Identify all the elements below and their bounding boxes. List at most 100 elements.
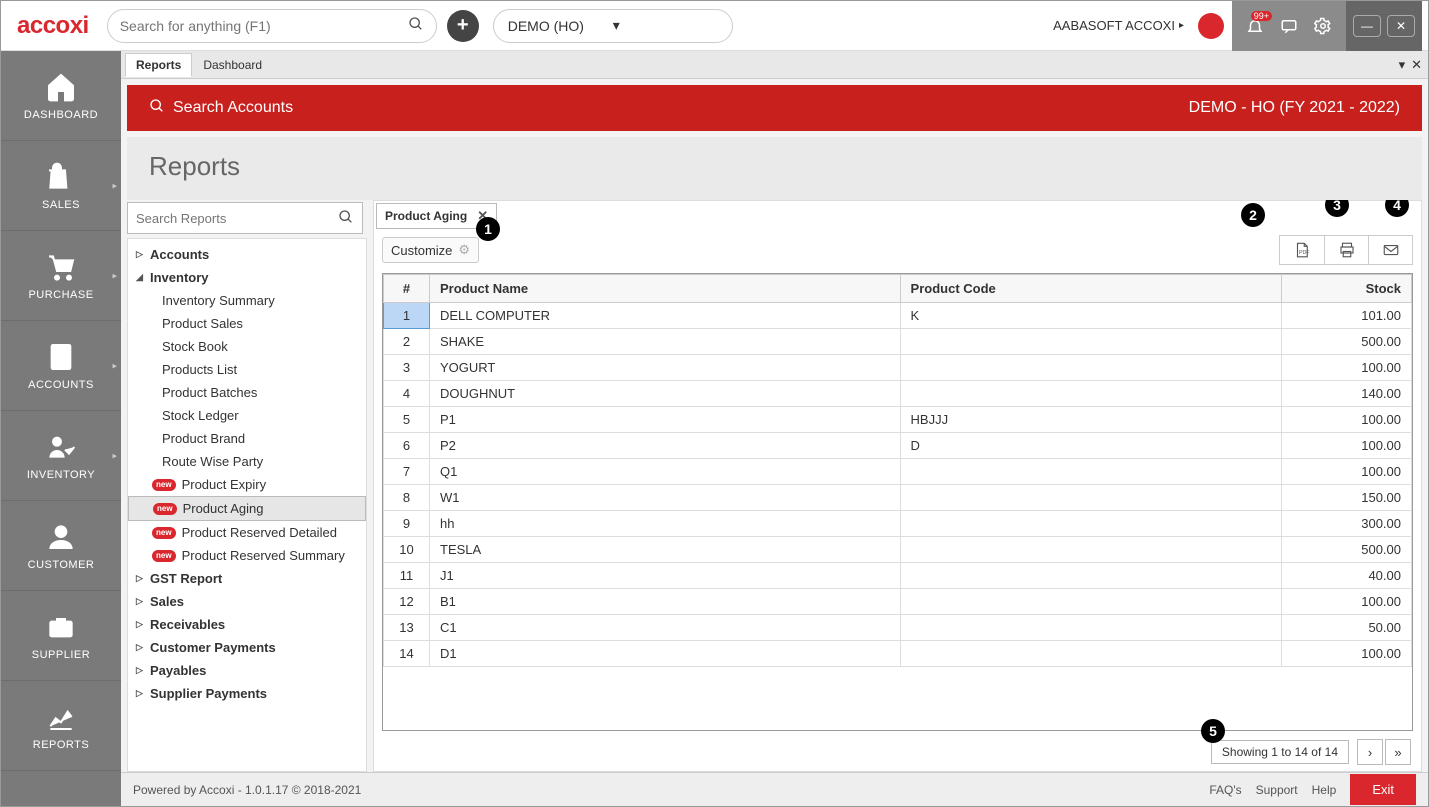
user-menu[interactable]: AABASOFT ACCOXI ▸ [1053, 18, 1184, 33]
cell-stock: 100.00 [1282, 407, 1412, 433]
tree-group[interactable]: ▷Receivables [128, 613, 366, 636]
data-grid[interactable]: # Product Name Product Code Stock 1DELL … [382, 273, 1413, 731]
email-button[interactable] [1368, 236, 1412, 264]
tree-item[interactable]: Product Sales [128, 312, 366, 335]
tree-group[interactable]: ▷GST Report [128, 567, 366, 590]
nav-inventory[interactable]: INVENTORY ▸ [1, 411, 121, 501]
col-product-code[interactable]: Product Code [900, 275, 1281, 303]
table-row[interactable]: 6P2D100.00 [384, 433, 1412, 459]
tree-item[interactable]: Product Batches [128, 381, 366, 404]
nav-sales[interactable]: SALES ▸ [1, 141, 121, 231]
tree-item[interactable]: newProduct Reserved Detailed [128, 521, 366, 544]
minimize-button[interactable]: — [1353, 15, 1381, 37]
table-row[interactable]: 14D1100.00 [384, 641, 1412, 667]
chevron-right-icon: ▸ [112, 360, 117, 371]
company-dropdown[interactable]: DEMO (HO) ▾ [493, 9, 733, 43]
col-index[interactable]: # [384, 275, 430, 303]
tab-dashboard[interactable]: Dashboard [192, 53, 273, 77]
chevron-right-icon: ▸ [112, 180, 117, 191]
cell-product-name: C1 [430, 615, 901, 641]
add-button[interactable]: + [447, 10, 479, 42]
export-pdf-button[interactable]: PDF [1280, 236, 1324, 264]
tree-group[interactable]: ▷Supplier Payments [128, 682, 366, 705]
tree-item[interactable]: Inventory Summary [128, 289, 366, 312]
nav-accounts[interactable]: ACCOUNTS ▸ [1, 321, 121, 411]
footer-help-link[interactable]: Help [1312, 783, 1337, 797]
chat-icon[interactable] [1272, 9, 1306, 43]
search-icon[interactable] [408, 16, 424, 35]
export-button-group: PDF [1279, 235, 1413, 265]
tabstrip-close-icon[interactable]: ✕ [1411, 57, 1422, 73]
table-row[interactable]: 11J140.00 [384, 563, 1412, 589]
nav-customer[interactable]: CUSTOMER [1, 501, 121, 591]
pager-status: Showing 1 to 14 of 14 [1211, 740, 1349, 764]
table-row[interactable]: 9hh300.00 [384, 511, 1412, 537]
tree-item[interactable]: newProduct Aging [128, 496, 366, 521]
table-row[interactable]: 7Q1100.00 [384, 459, 1412, 485]
reports-search[interactable] [127, 202, 363, 234]
table-row[interactable]: 8W1150.00 [384, 485, 1412, 511]
table-row[interactable]: 2SHAKE500.00 [384, 329, 1412, 355]
customize-button[interactable]: Customize ⚙ [382, 237, 479, 263]
tree-item[interactable]: Products List [128, 358, 366, 381]
search-icon[interactable] [330, 209, 362, 228]
settings-icon[interactable] [1306, 9, 1340, 43]
tree-item[interactable]: Product Brand [128, 427, 366, 450]
table-row[interactable]: 12B1100.00 [384, 589, 1412, 615]
tree-item[interactable]: Route Wise Party [128, 450, 366, 473]
reports-side-panel: ▷Accounts◢InventoryInventory SummaryProd… [127, 200, 367, 772]
tree-item[interactable]: Stock Book [128, 335, 366, 358]
tree-group[interactable]: ▷Payables [128, 659, 366, 682]
tab-reports[interactable]: Reports [125, 53, 192, 77]
footer-support-link[interactable]: Support [1256, 783, 1298, 797]
tree-group[interactable]: ▷Accounts [128, 243, 366, 266]
tree-item[interactable]: newProduct Expiry [128, 473, 366, 496]
cell-product-name: Q1 [430, 459, 901, 485]
window-controls: — ✕ [1346, 1, 1422, 51]
nav-purchase[interactable]: PURCHASE ▸ [1, 231, 121, 321]
exit-button[interactable]: Exit [1350, 774, 1416, 805]
new-badge-icon: new [153, 503, 177, 515]
nav-reports[interactable]: REPORTS [1, 681, 121, 771]
cell-product-code [900, 563, 1281, 589]
tree-group[interactable]: ▷Sales [128, 590, 366, 613]
nav-dashboard[interactable]: DASHBOARD [1, 51, 121, 141]
banner-title[interactable]: Search Accounts [173, 99, 293, 117]
svg-text:PDF: PDF [1299, 250, 1310, 256]
cell-stock: 140.00 [1282, 381, 1412, 407]
table-row[interactable]: 3YOGURT100.00 [384, 355, 1412, 381]
pager-last-button[interactable]: » [1385, 739, 1411, 765]
close-button[interactable]: ✕ [1387, 15, 1415, 37]
search-icon[interactable] [149, 98, 165, 119]
reports-tree[interactable]: ▷Accounts◢InventoryInventory SummaryProd… [127, 238, 367, 772]
callout-2: 2 [1241, 203, 1265, 227]
tree-group[interactable]: ▷Customer Payments [128, 636, 366, 659]
tree-group-label: Sales [150, 594, 358, 609]
cell-index: 10 [384, 537, 430, 563]
notifications-icon[interactable] [1238, 9, 1272, 43]
col-product-name[interactable]: Product Name [430, 275, 901, 303]
cell-product-code [900, 511, 1281, 537]
cell-stock: 500.00 [1282, 537, 1412, 563]
table-row[interactable]: 4DOUGHNUT140.00 [384, 381, 1412, 407]
pager-next-button[interactable]: › [1357, 739, 1383, 765]
tree-item[interactable]: newProduct Reserved Summary [128, 544, 366, 567]
tabstrip-menu-icon[interactable]: ▾ [1399, 57, 1406, 73]
col-stock[interactable]: Stock [1282, 275, 1412, 303]
cell-index: 13 [384, 615, 430, 641]
footer-faqs-link[interactable]: FAQ's [1209, 783, 1241, 797]
table-row[interactable]: 1DELL COMPUTERK101.00 [384, 303, 1412, 329]
table-row[interactable]: 5P1HBJJJ100.00 [384, 407, 1412, 433]
tree-item[interactable]: Stock Ledger [128, 404, 366, 427]
global-search-input[interactable] [120, 18, 408, 34]
nav-label: SUPPLIER [32, 649, 90, 661]
print-button[interactable] [1324, 236, 1368, 264]
reports-search-input[interactable] [128, 211, 330, 226]
table-row[interactable]: 10TESLA500.00 [384, 537, 1412, 563]
chevron-right-icon: ▸ [112, 450, 117, 461]
nav-supplier[interactable]: SUPPLIER [1, 591, 121, 681]
tree-group[interactable]: ◢Inventory [128, 266, 366, 289]
nav-label: SALES [42, 199, 80, 211]
global-search[interactable] [107, 9, 437, 43]
table-row[interactable]: 13C150.00 [384, 615, 1412, 641]
